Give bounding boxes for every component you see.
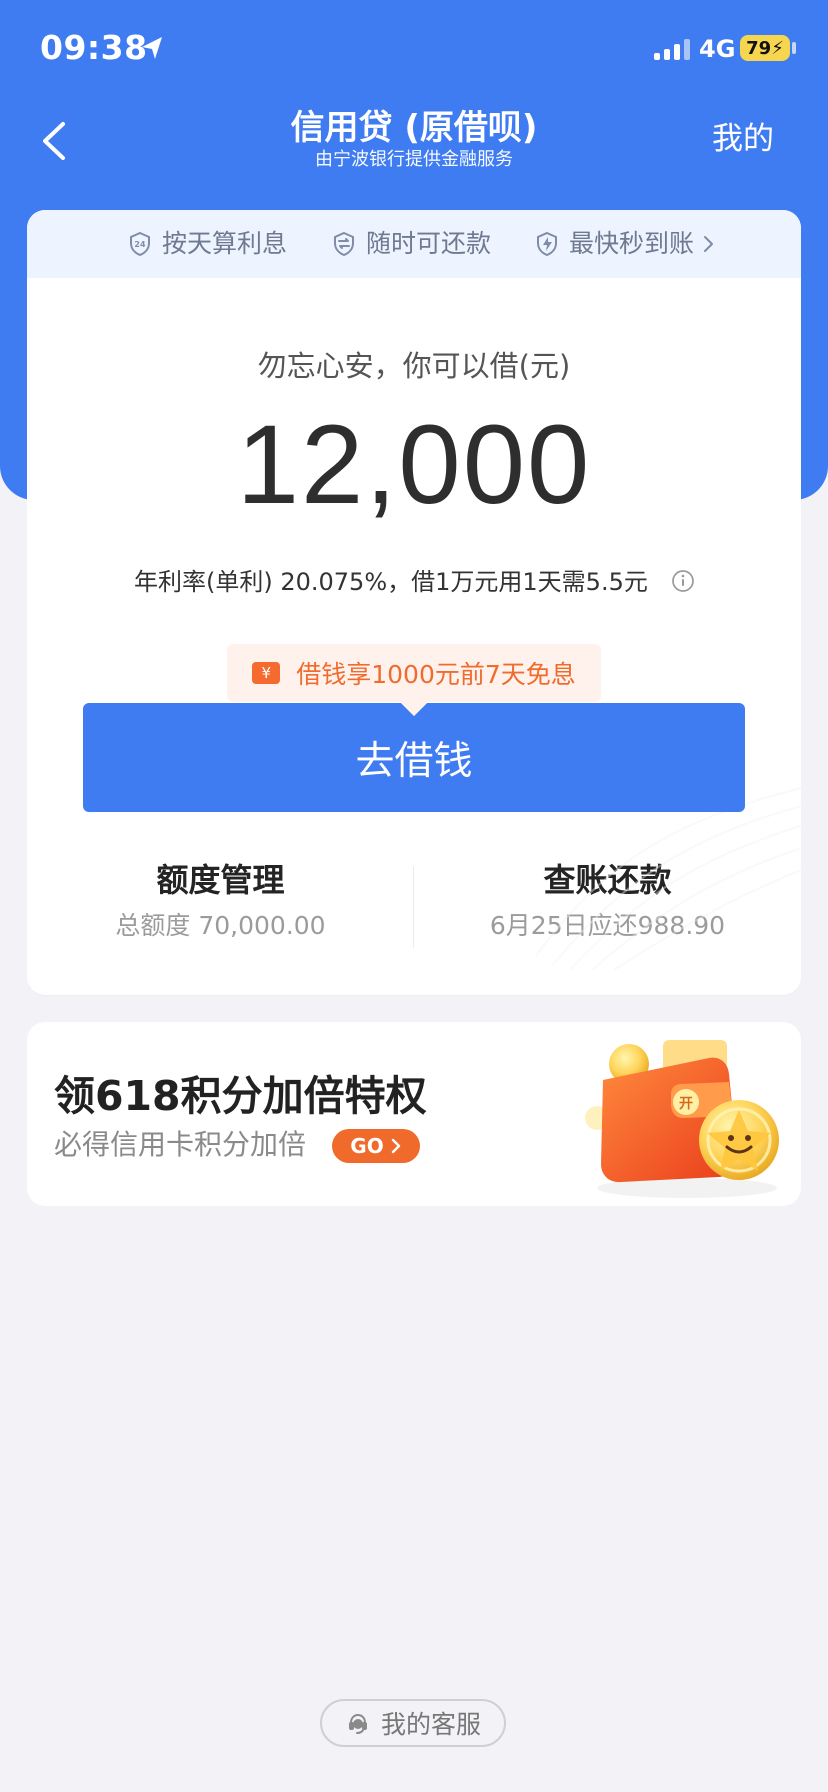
my-account-button[interactable]: 我的	[712, 119, 774, 159]
navigation-bar: 信用贷 (原借呗) 由宁波银行提供金融服务 我的	[0, 100, 828, 192]
customer-service-icon	[348, 1713, 367, 1734]
chevron-right-icon	[391, 1138, 400, 1154]
banner-title: 领618积分加倍特权	[54, 1072, 427, 1120]
feature-label-repay-anytime: 随时可还款	[366, 229, 492, 258]
customer-service-button[interactable]: 我的客服	[320, 1699, 506, 1747]
interest-rate-text: 年利率(单利) 20.075%，借1万元用1天需5.5元	[134, 568, 648, 596]
limit-management-title: 额度管理	[156, 861, 285, 899]
chevron-right-icon	[704, 236, 714, 252]
svg-text:24: 24	[134, 240, 146, 249]
available-amount: 12,000	[236, 402, 592, 527]
go-button[interactable]: GO	[332, 1129, 420, 1163]
cellular-signal-icon	[654, 39, 690, 60]
borrow-button[interactable]: 去借钱	[83, 703, 745, 812]
battery-indicator: 79 ⚡	[740, 35, 790, 61]
borrow-prompt: 勿忘心安，你可以借(元)	[257, 349, 571, 383]
exchange-icon	[334, 231, 354, 257]
network-label: 4G	[699, 35, 736, 63]
customer-service-label: 我的客服	[380, 1710, 481, 1739]
status-time: 09:38	[40, 28, 148, 67]
wallet-coin-illustration: 开	[585, 1040, 779, 1198]
feature-label-daily-interest: 按天算利息	[162, 229, 288, 258]
battery-level: 79	[746, 37, 772, 59]
back-chevron-icon[interactable]	[34, 118, 74, 164]
feature-label-fast-arrival: 最快秒到账	[569, 229, 695, 258]
limit-management-button[interactable]: 额度管理 总额度 70,000.00	[27, 858, 414, 958]
status-bar: 09:38 4G 79 ⚡	[0, 0, 828, 102]
credit-loan-screen: 09:38 4G 79 ⚡ 信用贷 (原借呗) 由宁波银行提供金融服务 我的 2…	[0, 0, 828, 1792]
go-label: GO	[350, 1134, 384, 1158]
total-limit-text: 总额度 70,000.00	[115, 911, 326, 940]
promo-text: 借钱享1000元前7天免息	[296, 660, 576, 689]
loan-card: 24 按天算利息 随时可还款 最快秒到账 勿忘心安，你可以借(元) 12,000…	[27, 210, 801, 995]
page-title: 信用贷 (原借呗)	[290, 108, 538, 148]
lightning-icon	[537, 231, 557, 257]
feature-strip: 24 按天算利息 随时可还款 最快秒到账	[27, 210, 801, 278]
page-subtitle: 由宁波银行提供金融服务	[315, 149, 513, 170]
location-arrow-icon	[142, 37, 162, 59]
charging-bolt-icon: ⚡	[771, 37, 784, 59]
coupon-icon: ¥	[252, 662, 281, 684]
battery-cap	[792, 42, 796, 54]
interest-free-promo: ¥ 借钱享1000元前7天免息	[227, 644, 601, 702]
page-title-group: 信用贷 (原借呗) 由宁波银行提供金融服务	[0, 100, 828, 172]
feature-daily-interest: 24 按天算利息	[127, 210, 287, 278]
feature-repay-anytime: 随时可还款	[331, 210, 491, 278]
feature-fast-arrival[interactable]: 最快秒到账	[534, 210, 716, 278]
daily-interest-icon: 24	[130, 231, 150, 257]
banner-subtitle: 必得信用卡积分加倍	[54, 1128, 307, 1161]
points-promo-banner[interactable]: 领618积分加倍特权 必得信用卡积分加倍 GO 开	[27, 1022, 801, 1206]
illustration-label: 开	[679, 1096, 693, 1112]
info-icon[interactable]	[671, 569, 695, 593]
